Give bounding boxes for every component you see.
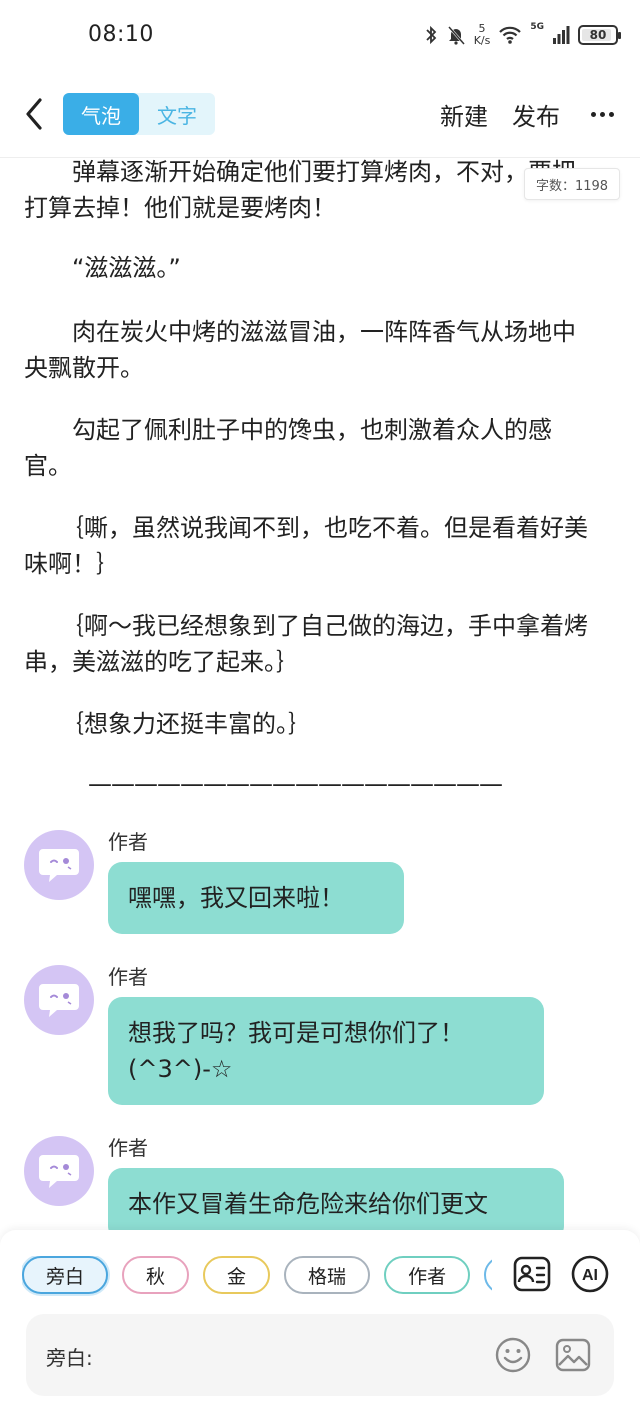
tab-text[interactable]: 文字: [139, 93, 215, 135]
new-button[interactable]: 新建: [440, 97, 488, 132]
chevron-left-icon: [26, 98, 42, 130]
wifi-icon: [499, 26, 522, 44]
more-button[interactable]: [584, 94, 620, 134]
smiley-icon: [495, 1337, 531, 1373]
ai-button[interactable]: AI: [570, 1254, 610, 1294]
back-button[interactable]: [20, 94, 50, 134]
message-bubble[interactable]: 想我了吗？我可是可想你们了！(^3^)-☆: [108, 997, 544, 1105]
role-chip[interactable]: 金: [203, 1256, 271, 1294]
avatar[interactable]: [24, 830, 94, 900]
role-chip[interactable]: 格瑞: [284, 1256, 371, 1294]
paragraph[interactable]: ｛想象力还挺丰富的。｝: [24, 706, 592, 742]
bottom-panel: 旁白 秋 金 格瑞 作者 王导 AI 旁白:: [0, 1230, 640, 1422]
image-icon: [555, 1338, 591, 1372]
paragraph[interactable]: 肉在炭火中烤的滋滋冒油，一阵阵香气从场地中央飘散开。: [24, 314, 592, 386]
paragraph[interactable]: ｛啊～我已经想象到了自己做的海边，手中拿着烤串，美滋滋的吃了起来。｝: [24, 608, 592, 680]
role-chip-narration[interactable]: 旁白: [22, 1256, 109, 1294]
message-author: 作者: [108, 965, 148, 989]
battery-icon: 80: [578, 25, 621, 45]
message-input[interactable]: [102, 1334, 492, 1374]
paragraph[interactable]: ｛嘶，虽然说我闻不到，也吃不着。但是看着好美味啊！｝: [24, 510, 592, 582]
paragraph[interactable]: 勾起了佩利肚子中的馋虫，也刺激着众人的感官。: [24, 412, 592, 484]
signal-label: 5G: [530, 22, 544, 32]
message-bubble[interactable]: 本作又冒着生命危险来给你们更文: [108, 1168, 564, 1230]
message-author: 作者: [108, 1136, 148, 1160]
avatar[interactable]: [24, 1136, 94, 1206]
mode-switch: 气泡 文字: [63, 93, 215, 135]
status-time: 08:10: [88, 22, 154, 47]
more-dot-icon: [590, 111, 596, 117]
net-speed-unit: K/s: [473, 34, 491, 47]
message-bubble[interactable]: 嘿嘿，我又回来啦！: [108, 862, 404, 934]
editor-content[interactable]: 弹幕逐渐开始确定他们要打算烤肉，不对，要把打算去掉！他们就是要烤肉！ “滋滋滋。…: [0, 158, 640, 1230]
role-chip[interactable]: 秋: [122, 1256, 190, 1294]
paragraph[interactable]: 弹幕逐渐开始确定他们要打算烤肉，不对，要把打算去掉！他们就是要烤肉！: [24, 158, 592, 226]
chat-bubble-avatar-icon: [39, 1155, 79, 1188]
message-author: 作者: [108, 830, 148, 854]
tab-bubble[interactable]: 气泡: [63, 93, 139, 135]
role-chips: 旁白 秋 金 格瑞 作者 王导: [22, 1256, 492, 1296]
paragraph[interactable]: “滋滋滋。”: [24, 250, 592, 286]
role-chip[interactable]: 王导: [484, 1256, 492, 1294]
ai-icon: AI: [571, 1255, 609, 1293]
chat-bubble-avatar-icon: [39, 849, 79, 882]
nav-actions: 新建 发布: [440, 94, 620, 134]
mute-bell-icon: [447, 26, 465, 45]
role-manage-button[interactable]: [512, 1254, 552, 1294]
publish-button[interactable]: 发布: [512, 97, 560, 132]
bluetooth-icon: [426, 25, 436, 45]
avatar[interactable]: [24, 965, 94, 1035]
net-speed: 5 K/s: [474, 23, 491, 47]
role-chip[interactable]: 作者: [384, 1256, 471, 1294]
status-icons: 5 K/s 5G 80: [424, 20, 621, 50]
more-dot-icon: [608, 111, 614, 117]
more-dot-icon: [599, 111, 605, 117]
image-button[interactable]: [554, 1336, 592, 1374]
battery-level: 80: [589, 28, 607, 42]
word-count-badge: 字数：1198: [524, 168, 620, 200]
status-bar: 08:10 5 K/s 5G 80: [0, 0, 640, 72]
svg-text:AI: AI: [582, 1267, 598, 1284]
chat-bubble-avatar-icon: [39, 984, 79, 1017]
contact-card-icon: [513, 1256, 551, 1292]
signal-icon: [553, 26, 570, 44]
input-role-label: 旁白:: [46, 1346, 93, 1370]
top-nav: 气泡 文字 新建 发布: [0, 72, 640, 158]
input-box: 旁白:: [26, 1314, 614, 1396]
emoji-button[interactable]: [494, 1336, 532, 1374]
divider: ——————————————————: [88, 770, 503, 798]
